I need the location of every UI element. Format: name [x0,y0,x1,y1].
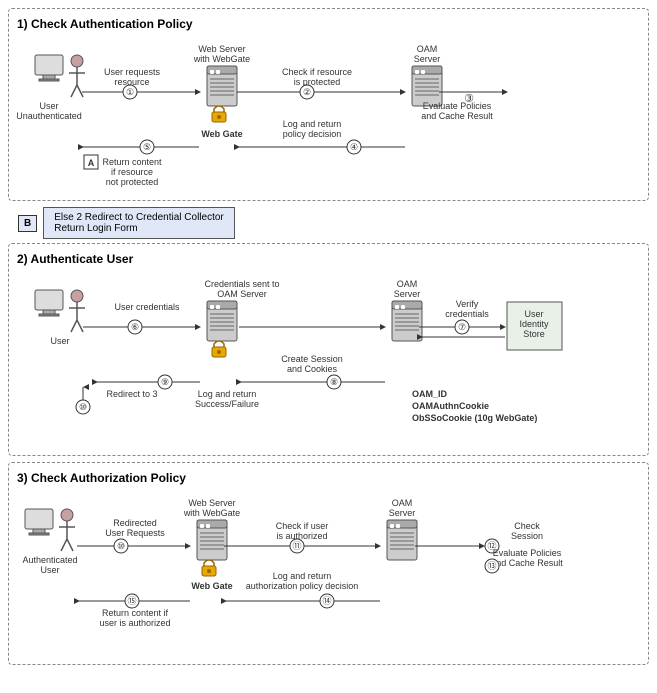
svg-text:User Requests: User Requests [105,528,165,538]
redirect-box: Else 2 Redirect to Credential CollectorR… [43,207,235,239]
section-1-title: 1) Check Authentication Policy [17,17,640,31]
svg-text:Web Server: Web Server [188,498,235,508]
svg-text:Session: Session [511,531,543,541]
svg-text:with WebGate: with WebGate [183,508,240,518]
svg-text:⑩: ⑩ [79,402,87,412]
svg-text:and Cookies: and Cookies [287,364,338,374]
svg-text:⑩: ⑩ [117,541,125,551]
section-3: 3) Check Authorization Policy Authentica… [8,462,649,665]
svg-text:User: User [40,565,59,575]
svg-text:is protected: is protected [294,77,341,87]
svg-text:Create Session: Create Session [281,354,343,364]
svg-text:⑥: ⑥ [131,322,139,332]
svg-text:Success/Failure: Success/Failure [195,399,259,409]
svg-text:Authenticated: Authenticated [22,555,77,565]
webserver-actor-2: Credentials sent to OAM Server [204,279,279,357]
svg-text:Server: Server [414,54,441,64]
svg-text:Check if resource: Check if resource [282,67,352,77]
svg-text:Evaluate Policies: Evaluate Policies [493,548,562,558]
svg-text:⑦: ⑦ [458,322,466,332]
user-actor-2: User [35,290,85,346]
svg-text:Credentials sent to: Credentials sent to [204,279,279,289]
svg-text:Return content: Return content [102,157,162,167]
svg-text:OAM_ID: OAM_ID [412,389,448,399]
svg-text:Web Server: Web Server [198,44,245,54]
svg-text:User: User [50,336,69,346]
svg-text:②: ② [303,87,311,97]
section-2-diagram: User Credentials sent to OAM Server OAM [17,272,652,447]
oam-actor-3: OAM Server [387,498,417,560]
connector-b: B [18,215,37,232]
svg-text:user is authorized: user is authorized [99,618,170,628]
svg-text:Verify: Verify [456,299,479,309]
svg-text:Log and return: Log and return [273,571,332,581]
svg-text:authorization policy decision: authorization policy decision [246,581,359,591]
svg-text:Check if user: Check if user [276,521,329,531]
svg-text:Store: Store [523,329,545,339]
svg-text:⑭: ⑭ [322,596,331,606]
svg-text:⑨: ⑨ [161,377,169,387]
svg-text:⑪: ⑪ [292,541,301,551]
svg-text:Return content if: Return content if [102,608,169,618]
svg-text:⑧: ⑧ [330,377,338,387]
svg-text:User credentials: User credentials [114,302,180,312]
svg-text:Evaluate Policies: Evaluate Policies [423,101,492,111]
svg-text:policy decision: policy decision [283,129,342,139]
svg-text:with WebGate: with WebGate [193,54,250,64]
webserver-actor-3: Web Server with WebGate Web Gate [183,498,240,591]
svg-text:OAM: OAM [392,498,413,508]
svg-text:Log and return: Log and return [283,119,342,129]
section-1-diagram: User Unauthenticated Web Server with Web… [17,37,652,192]
svg-text:Log and return: Log and return [198,389,257,399]
svg-text:OAM Server: OAM Server [217,289,267,299]
svg-text:User: User [524,309,543,319]
svg-text:OAM: OAM [397,279,418,289]
svg-text:User requests: User requests [104,67,161,77]
svg-text:OAMAuthnCookie: OAMAuthnCookie [412,401,489,411]
section-2: 2) Authenticate User User Credentials se… [8,243,649,456]
svg-text:User: User [39,101,58,111]
svg-text:OAM: OAM [417,44,438,54]
svg-text:and Cache Result: and Cache Result [491,558,563,568]
svg-text:Check: Check [514,521,540,531]
section-3-diagram: Authenticated User Web Server with WebGa… [17,491,652,656]
svg-text:③: ③ [464,93,474,105]
svg-text:Redirect to 3: Redirect to 3 [106,389,157,399]
svg-text:A: A [88,158,95,168]
section-3-title: 3) Check Authorization Policy [17,471,640,485]
svg-text:Identity: Identity [519,319,549,329]
svg-text:ObSSoCookie (10g WebGate): ObSSoCookie (10g WebGate) [412,413,537,423]
svg-text:credentials: credentials [445,309,489,319]
section-1: 1) Check Authentication Policy User Unau… [8,8,649,201]
svg-text:⑬: ⑬ [487,561,496,571]
svg-text:⑤: ⑤ [143,142,151,152]
svg-text:and Cache Result: and Cache Result [421,111,493,121]
svg-text:①: ① [126,87,134,97]
user-actor-1: User Unauthenticated [17,55,85,121]
svg-text:not protected: not protected [106,177,159,187]
svg-text:Server: Server [394,289,421,299]
svg-text:Server: Server [389,508,416,518]
section-b: B Else 2 Redirect to Credential Collecto… [8,207,649,239]
section-2-title: 2) Authenticate User [17,252,640,266]
svg-text:Unauthenticated: Unauthenticated [17,111,82,121]
svg-text:Web Gate: Web Gate [201,129,242,139]
svg-text:④: ④ [350,142,358,152]
svg-text:Web Gate: Web Gate [191,581,232,591]
oam-actor-1: OAM Server [412,44,442,106]
svg-text:is authorized: is authorized [276,531,327,541]
svg-text:⑮: ⑮ [127,596,136,606]
oam-actor-2: OAM Server [392,279,422,341]
svg-text:Redirected: Redirected [113,518,157,528]
user-actor-3: Authenticated User [22,509,77,575]
svg-text:if resource: if resource [111,167,153,177]
